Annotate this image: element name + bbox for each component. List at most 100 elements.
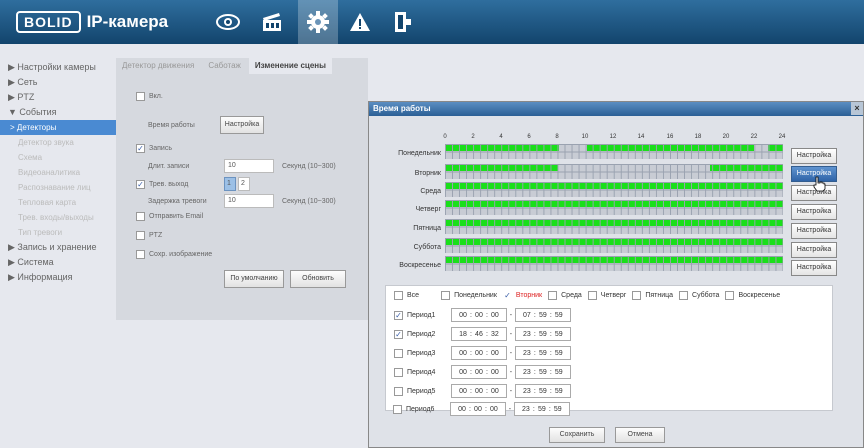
period-end-time[interactable]: 23:59:59 xyxy=(513,402,570,416)
period-start-time[interactable]: 00:00:00 xyxy=(451,346,507,360)
sidebar-item-detectors[interactable]: > Детекторы xyxy=(0,120,116,135)
sidebar-item-camera-settings[interactable]: ▶ Настройки камеры xyxy=(0,60,116,75)
period-end-time[interactable]: 23:59:59 xyxy=(514,365,571,379)
schedule-bar-friday[interactable] xyxy=(445,219,783,234)
sidebar-item-info[interactable]: ▶ Информация xyxy=(0,270,116,285)
period-start-time[interactable]: 18:46:32 xyxy=(451,327,507,341)
minute-field[interactable]: 00 xyxy=(472,350,486,357)
setup-button-saturday[interactable]: Настройка xyxy=(791,242,837,258)
setup-button-sunday[interactable]: Настройка xyxy=(791,260,837,276)
setup-button-friday[interactable]: Настройка xyxy=(791,223,837,239)
minute-field[interactable]: 59 xyxy=(536,312,550,319)
default-button[interactable]: По умолчанию xyxy=(224,270,284,288)
hour-field[interactable]: 18 xyxy=(456,331,470,338)
schedule-bar-tuesday[interactable] xyxy=(445,164,783,179)
nav-logout[interactable] xyxy=(382,0,422,44)
second-field[interactable]: 59 xyxy=(552,369,566,376)
sidebar-item-system[interactable]: ▶ Система xyxy=(0,255,116,270)
minute-field[interactable]: 00 xyxy=(472,312,486,319)
record-length-input[interactable]: 10 xyxy=(224,159,274,173)
schedule-bar-monday[interactable] xyxy=(445,144,783,159)
minute-field[interactable]: 59 xyxy=(536,388,550,395)
enable-checkbox[interactable] xyxy=(136,92,145,101)
refresh-button[interactable]: Обновить xyxy=(290,270,346,288)
sidebar-sub-scheme[interactable]: Схема xyxy=(0,150,116,165)
hour-field[interactable]: 23 xyxy=(520,388,534,395)
hour-field[interactable]: 00 xyxy=(456,388,470,395)
save-button[interactable]: Сохранить xyxy=(549,427,605,443)
period-end-time[interactable]: 23:59:59 xyxy=(514,327,571,341)
minute-field[interactable]: 59 xyxy=(536,331,550,338)
save-image-checkbox[interactable] xyxy=(136,250,145,259)
hour-field[interactable]: 23 xyxy=(520,350,534,357)
tab-scene-change[interactable]: Изменение сцены xyxy=(248,58,332,74)
hour-field[interactable]: 00 xyxy=(456,369,470,376)
close-icon[interactable]: × xyxy=(851,102,863,115)
sunday-checkbox[interactable] xyxy=(725,291,735,300)
sidebar-item-network[interactable]: ▶ Сеть xyxy=(0,75,116,90)
period-checkbox[interactable]: ✓ xyxy=(394,329,403,339)
alarm-delay-input[interactable]: 10 xyxy=(224,194,274,208)
hour-field[interactable]: 00 xyxy=(456,312,470,319)
saturday-checkbox[interactable] xyxy=(679,291,689,300)
second-field[interactable]: 32 xyxy=(488,331,502,338)
schedule-bar-thursday[interactable] xyxy=(445,200,783,215)
schedule-bar-saturday[interactable] xyxy=(445,238,783,253)
sidebar-item-events[interactable]: ▼ События xyxy=(0,105,116,120)
second-field[interactable]: 59 xyxy=(552,331,566,338)
period-end-time[interactable]: 23:59:59 xyxy=(514,384,571,398)
alarm-out-option-1[interactable]: 1 xyxy=(224,177,236,191)
nav-playback[interactable] xyxy=(252,0,292,44)
friday-checkbox[interactable] xyxy=(632,291,642,300)
nav-alarm[interactable] xyxy=(340,0,380,44)
period-start-time[interactable]: 00:00:00 xyxy=(451,308,507,322)
sidebar-sub-alarm-type[interactable]: Тип тревоги xyxy=(0,225,116,240)
second-field[interactable]: 00 xyxy=(488,312,502,319)
second-field[interactable]: 59 xyxy=(552,350,566,357)
second-field[interactable]: 00 xyxy=(488,388,502,395)
sidebar-sub-heat-map[interactable]: Тепловая карта xyxy=(0,195,116,210)
sidebar-sub-alarm-io[interactable]: Трев. входы/выходы xyxy=(0,210,116,225)
ptz-checkbox[interactable] xyxy=(136,231,145,240)
minute-field[interactable]: 59 xyxy=(535,406,549,413)
nav-settings[interactable] xyxy=(298,0,338,44)
period-start-time[interactable]: 00:00:00 xyxy=(451,384,507,398)
sidebar-item-ptz[interactable]: ▶ PTZ xyxy=(0,90,116,105)
schedule-bar-wednesday[interactable] xyxy=(445,182,783,197)
period-checkbox[interactable] xyxy=(394,348,403,358)
minute-field[interactable]: 59 xyxy=(536,369,550,376)
period-checkbox[interactable] xyxy=(394,367,403,377)
sidebar-sub-face-recognition[interactable]: Распознавание лиц xyxy=(0,180,116,195)
setup-button-monday[interactable]: Настройка xyxy=(791,148,837,164)
cancel-button[interactable]: Отмена xyxy=(615,427,665,443)
hour-field[interactable]: 07 xyxy=(520,312,534,319)
second-field[interactable]: 00 xyxy=(488,350,502,357)
minute-field[interactable]: 00 xyxy=(472,369,486,376)
thursday-checkbox[interactable] xyxy=(587,291,597,300)
second-field[interactable]: 59 xyxy=(552,312,566,319)
period-checkbox[interactable] xyxy=(394,386,403,396)
alarm-out-option-2[interactable]: 2 xyxy=(238,177,250,191)
second-field[interactable]: 00 xyxy=(488,369,502,376)
record-checkbox[interactable]: ✓ xyxy=(136,144,145,153)
hour-field[interactable]: 00 xyxy=(456,350,470,357)
hour-field[interactable]: 00 xyxy=(455,406,469,413)
second-field[interactable]: 59 xyxy=(552,388,566,395)
tab-motion-detection[interactable]: Детектор движения xyxy=(116,58,201,74)
minute-field[interactable]: 59 xyxy=(536,350,550,357)
sidebar-sub-video-analytics[interactable]: Видеоаналитика xyxy=(0,165,116,180)
period-end-time[interactable]: 23:59:59 xyxy=(514,346,571,360)
second-field[interactable]: 00 xyxy=(487,406,501,413)
period-checkbox[interactable]: ✓ xyxy=(394,310,403,320)
sidebar-sub-audio-detector[interactable]: Детектор звука xyxy=(0,135,116,150)
period-checkbox[interactable] xyxy=(393,404,402,414)
nav-live[interactable] xyxy=(208,0,248,44)
hour-field[interactable]: 23 xyxy=(520,331,534,338)
period-start-time[interactable]: 00:00:00 xyxy=(450,402,506,416)
wednesday-checkbox[interactable] xyxy=(548,291,558,300)
hour-field[interactable]: 23 xyxy=(520,369,534,376)
schedule-setup-button[interactable]: Настройка xyxy=(220,116,264,134)
tab-tampering[interactable]: Саботаж xyxy=(202,58,247,74)
second-field[interactable]: 59 xyxy=(551,406,565,413)
period-end-time[interactable]: 07:59:59 xyxy=(514,308,571,322)
